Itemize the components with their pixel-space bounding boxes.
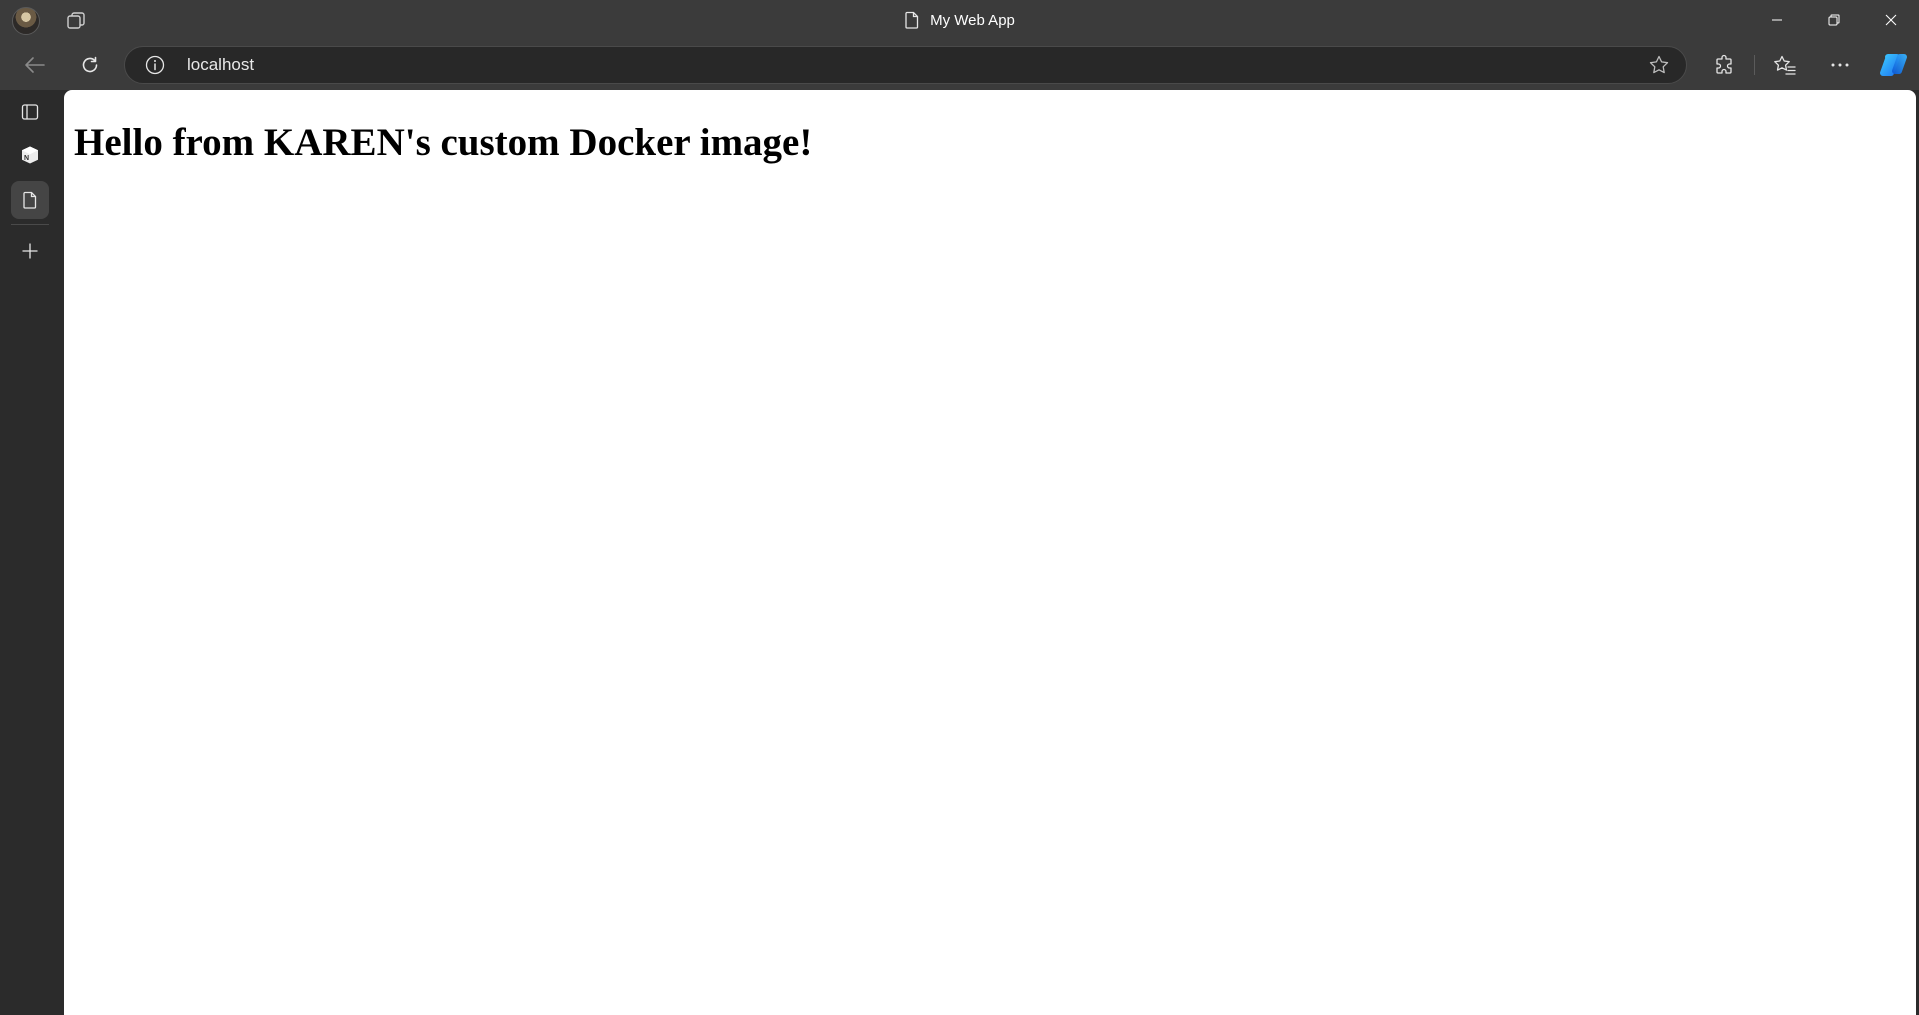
page-viewport: Hello from KAREN's custom Docker image! xyxy=(64,90,1916,1015)
favorites-button[interactable] xyxy=(1768,49,1802,81)
workspace-icon[interactable]: N xyxy=(11,136,49,174)
copilot-button[interactable] xyxy=(1877,49,1911,81)
page-heading: Hello from KAREN's custom Docker image! xyxy=(74,121,813,164)
restore-button[interactable] xyxy=(1805,0,1862,40)
close-button[interactable] xyxy=(1862,0,1919,40)
window-title: My Web App xyxy=(0,0,1919,40)
current-tab-button[interactable] xyxy=(11,181,49,219)
sidebar-divider xyxy=(11,224,49,225)
tab-actions-icon[interactable] xyxy=(64,9,88,31)
refresh-button[interactable] xyxy=(74,49,106,81)
address-bar[interactable]: localhost xyxy=(124,46,1687,84)
svg-text:N: N xyxy=(24,155,29,162)
vertical-sidebar xyxy=(0,90,62,1015)
favorite-star-icon[interactable] xyxy=(1648,54,1670,76)
title-bar: My Web App xyxy=(0,0,1919,40)
browser-toolbar: localhost xyxy=(0,40,1919,90)
tab-panel-button[interactable] xyxy=(11,93,49,131)
minimize-button[interactable] xyxy=(1748,0,1805,40)
window-controls xyxy=(1748,0,1919,40)
extensions-button[interactable] xyxy=(1708,49,1742,81)
site-info-icon[interactable] xyxy=(145,55,165,75)
more-options-button[interactable] xyxy=(1823,49,1857,81)
document-icon xyxy=(904,11,920,29)
new-tab-button[interactable] xyxy=(11,232,49,270)
url-text[interactable]: localhost xyxy=(187,47,254,83)
window-title-text: My Web App xyxy=(930,11,1015,29)
profile-avatar[interactable] xyxy=(12,7,40,35)
toolbar-separator xyxy=(1754,55,1755,75)
back-button[interactable] xyxy=(19,49,51,81)
